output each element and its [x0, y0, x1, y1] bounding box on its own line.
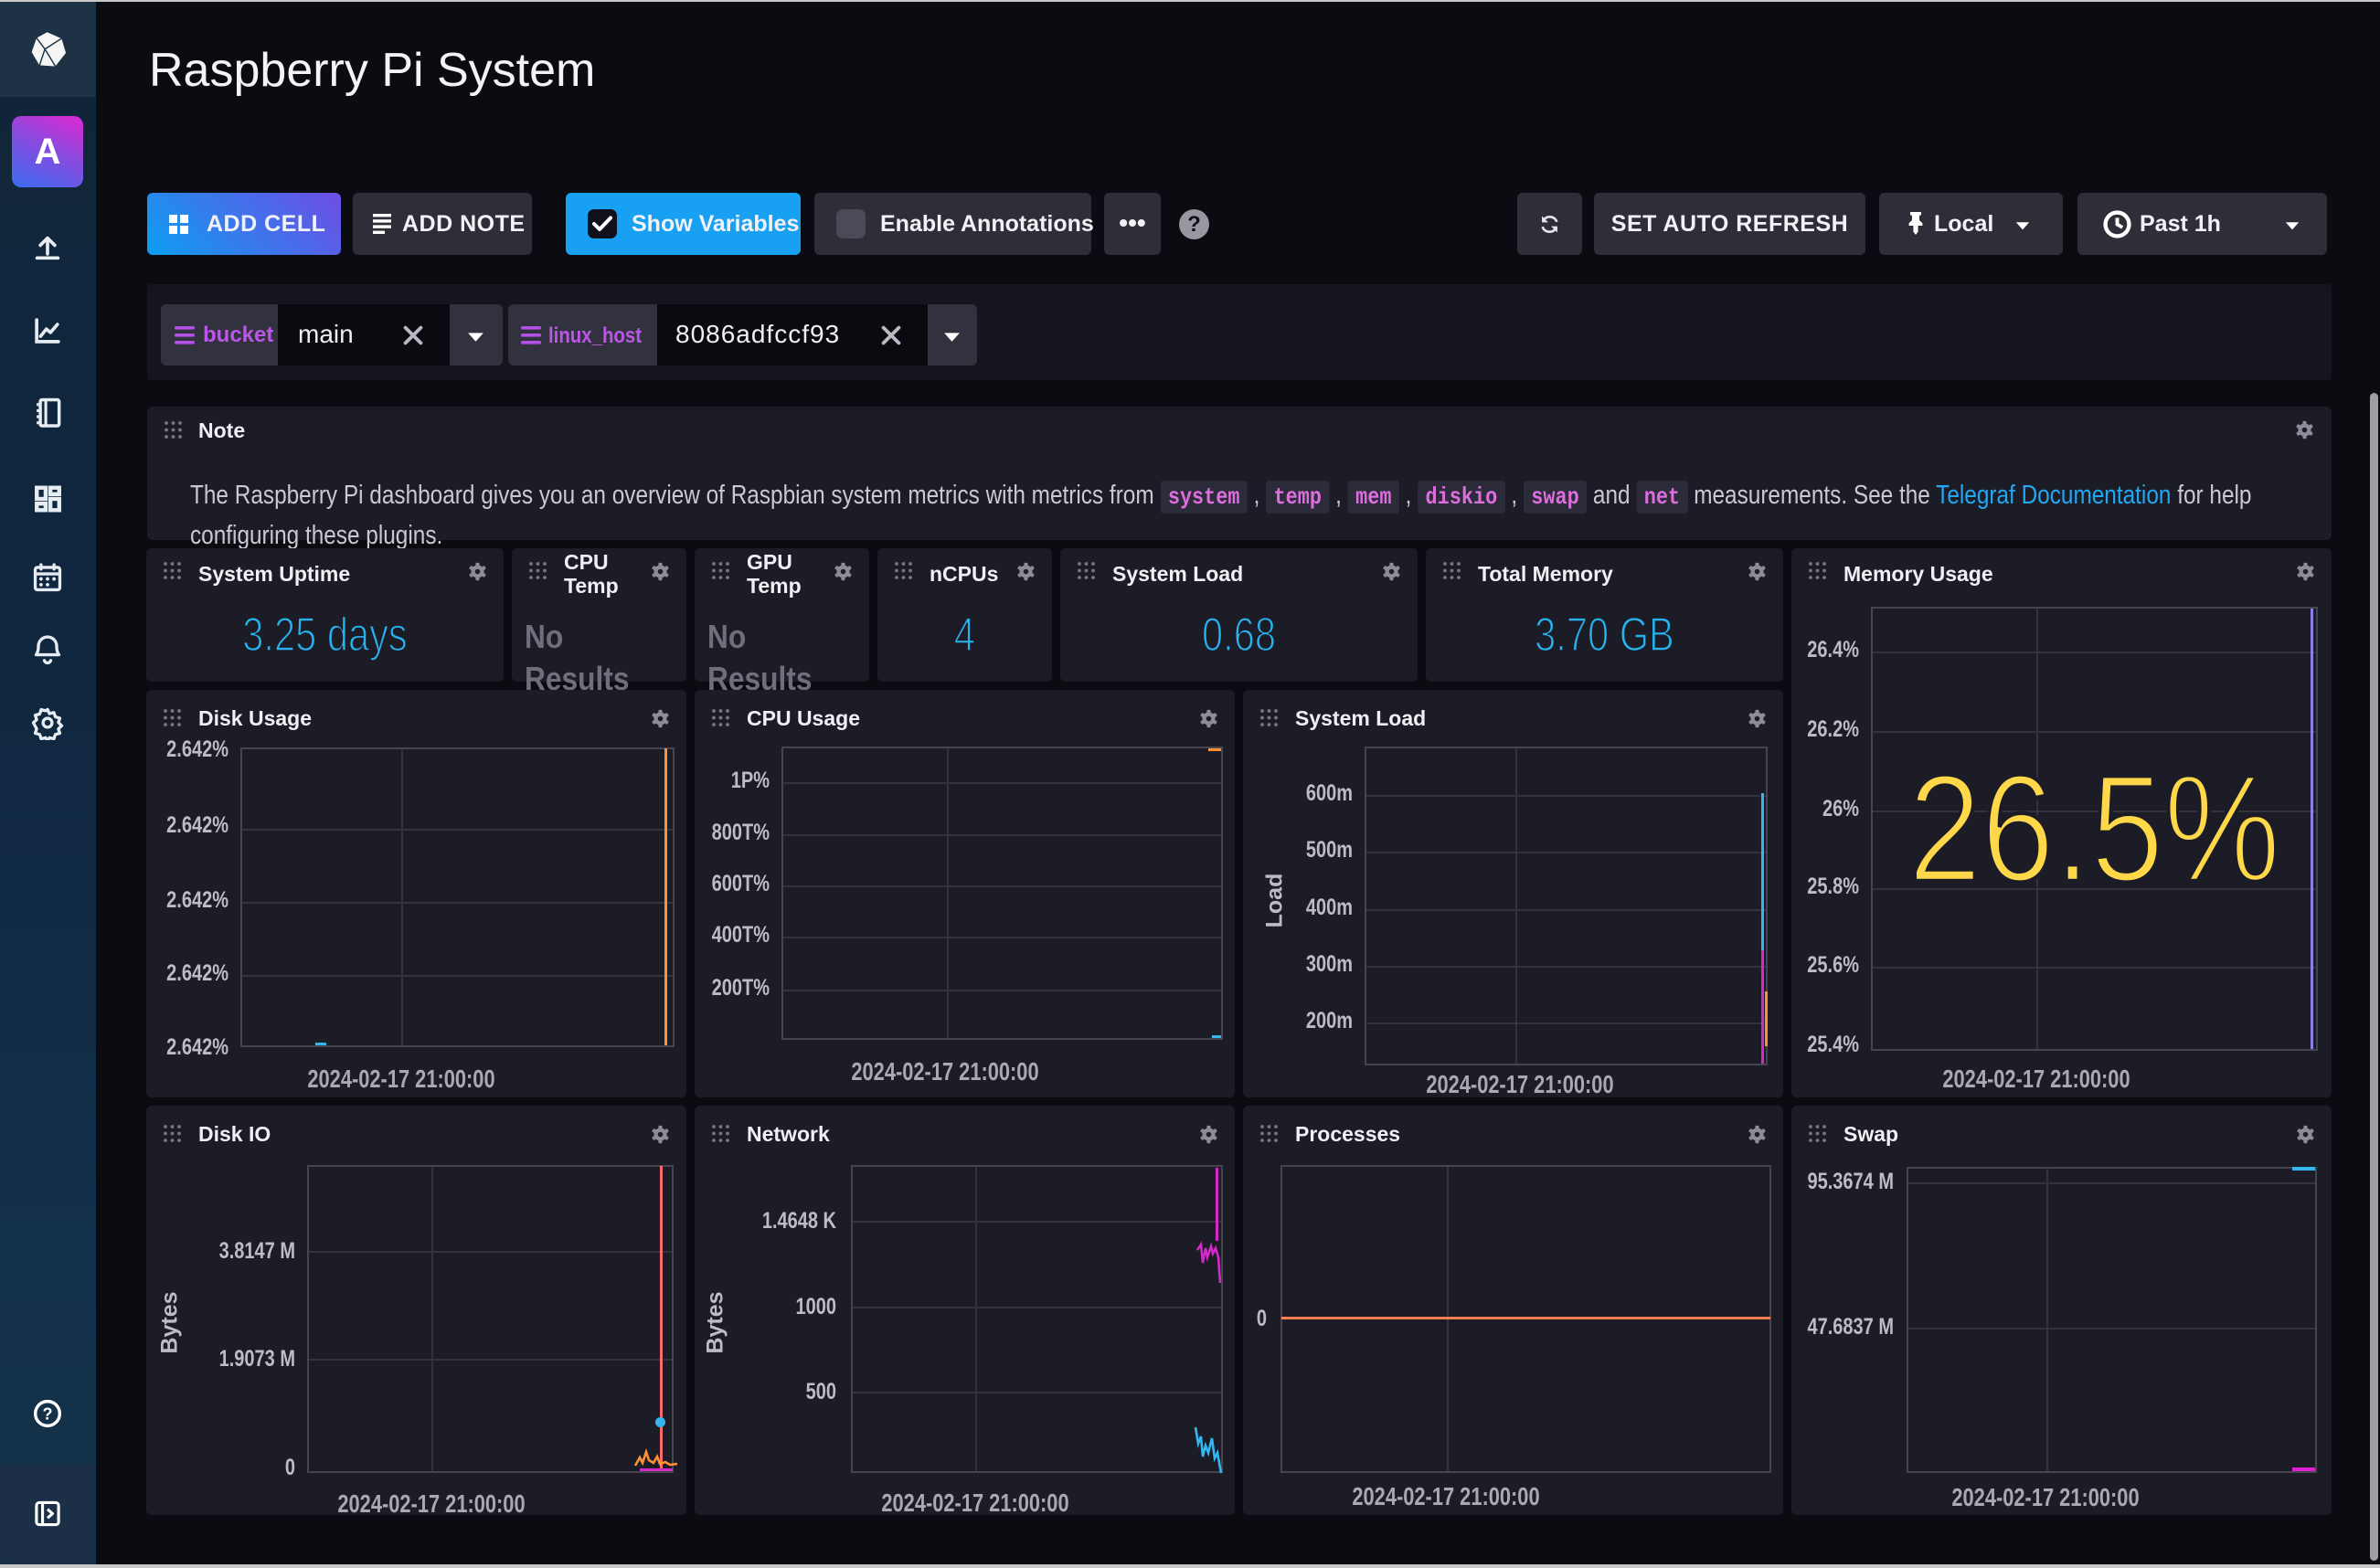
svg-text:?: ? [43, 1405, 53, 1424]
